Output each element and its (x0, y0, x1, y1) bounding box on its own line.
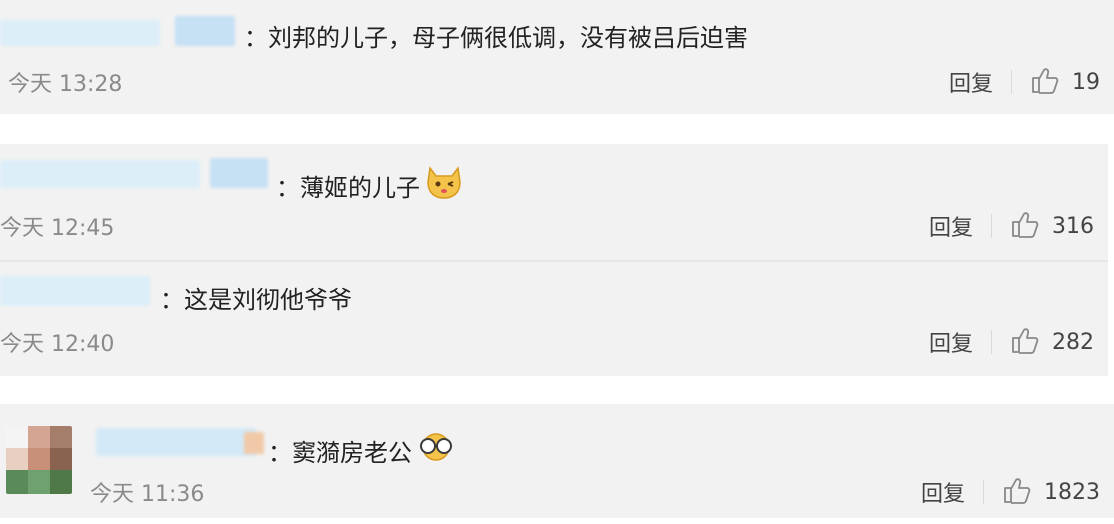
comment-actions: 回复 316 (929, 210, 1094, 242)
username-redacted (0, 160, 200, 188)
thumbs-up-icon[interactable] (1010, 326, 1040, 358)
comment-time: 今天 12:45 (0, 216, 115, 241)
username-redacted (210, 158, 268, 188)
like-count: 19 (1072, 69, 1100, 95)
username-redacted (0, 276, 150, 306)
divider (991, 214, 992, 238)
comment-divider (0, 260, 1108, 262)
reply-button[interactable]: 回复 (921, 476, 965, 508)
thumbs-up-icon[interactable] (1010, 210, 1040, 242)
comment-actions: 回复 1823 (921, 476, 1100, 508)
reply-button[interactable]: 回复 (929, 326, 973, 358)
thumbs-up-icon[interactable] (1030, 66, 1060, 98)
avatar[interactable] (6, 426, 72, 494)
comment-card-1: ：刘邦的儿子，母子俩很低调，没有被吕后迫害 今天 13:28 回复 19 (0, 0, 1114, 114)
like-count: 1823 (1044, 479, 1100, 505)
reply-button[interactable]: 回复 (949, 66, 993, 98)
comment-text: ：窦漪房老公 (268, 432, 456, 468)
comment-text: ：刘邦的儿子，母子俩很低调，没有被吕后迫害 (244, 24, 748, 52)
comment-card-3: ：窦漪房老公 今天 11:36 回复 1823 (0, 404, 1114, 518)
divider (991, 330, 992, 354)
reply-button[interactable]: 回复 (929, 210, 973, 242)
comment-actions: 回复 282 (929, 326, 1094, 358)
username-redacted (244, 432, 264, 454)
divider (983, 480, 984, 504)
glasses-face-icon (416, 432, 456, 468)
comment-time: 今天 13:28 (8, 72, 123, 97)
comment-text-content: ：薄姬的儿子 (276, 173, 420, 202)
username-redacted (96, 428, 256, 456)
comment-text-content: ：窦漪房老公 (268, 438, 412, 467)
like-count: 316 (1052, 213, 1094, 239)
thumbs-up-icon[interactable] (1002, 476, 1032, 508)
comment-time: 今天 12:40 (0, 332, 115, 357)
cat-face-icon (424, 164, 464, 206)
username-redacted (175, 16, 235, 46)
like-count: 282 (1052, 329, 1094, 355)
comment-text: ：这是刘彻他爷爷 (160, 286, 352, 314)
comment-actions: 回复 19 (949, 66, 1100, 98)
username-redacted (0, 20, 160, 46)
comment-card-2: ：薄姬的儿子 今天 12:45 回复 316 ：这是刘彻他爷爷 今天 12:40… (0, 144, 1108, 376)
divider (1011, 70, 1012, 94)
comment-time: 今天 11:36 (90, 482, 205, 507)
comment-text: ：薄姬的儿子 (276, 164, 464, 206)
